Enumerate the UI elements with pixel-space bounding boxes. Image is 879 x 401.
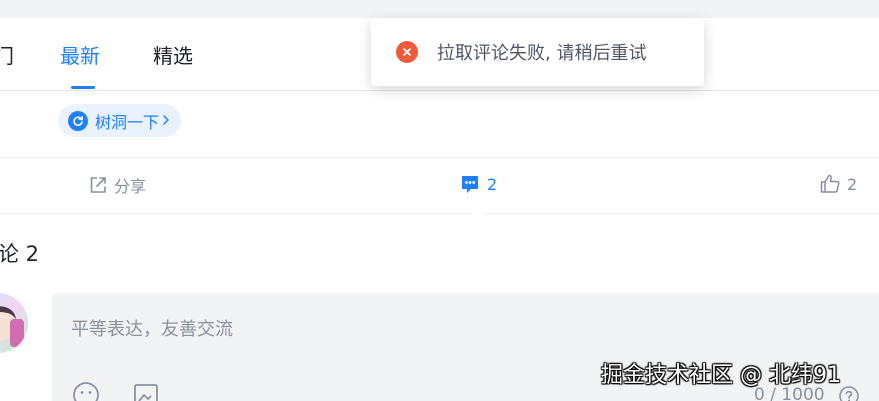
thumbs-up-icon xyxy=(820,174,840,193)
share-label: 分享 xyxy=(114,177,147,196)
tree-hole-label: 树洞一下 xyxy=(95,112,160,132)
top-gray-strip xyxy=(0,0,879,18)
active-tab-indicator xyxy=(71,86,95,89)
comment-button[interactable]: 2 xyxy=(459,173,497,195)
comments-title: 论 2 xyxy=(0,242,40,266)
comment-count: 2 xyxy=(487,174,498,194)
share-button[interactable]: 分享 xyxy=(88,173,146,197)
tree-hole-button[interactable]: 树洞一下 xyxy=(58,104,182,137)
error-toast: 拉取评论失败, 请稍后重试 xyxy=(371,18,704,86)
chevron-right-icon xyxy=(162,111,170,130)
avatar[interactable] xyxy=(0,293,28,353)
help-icon[interactable] xyxy=(838,385,860,401)
watermark: 掘金技术社区 @ 北纬91 xyxy=(601,363,841,388)
tab-featured[interactable]: 精选 xyxy=(153,40,193,69)
error-icon xyxy=(396,41,418,63)
image-icon[interactable] xyxy=(132,381,160,401)
page: 门 最新 精选 树洞一下 分享 2 2 论 2 平等表达，友善交流 0 / 10… xyxy=(0,0,879,401)
refresh-icon xyxy=(68,110,88,131)
tab-hot[interactable]: 门 xyxy=(0,40,14,69)
comment-pointer xyxy=(471,208,485,215)
like-count: 2 xyxy=(847,174,858,194)
article-action-bar: 分享 2 2 xyxy=(0,157,879,215)
comment-icon xyxy=(462,176,478,193)
share-icon xyxy=(90,177,106,193)
comment-input-placeholder: 平等表达，友善交流 xyxy=(71,319,233,340)
error-toast-message: 拉取评论失败, 请稍后重试 xyxy=(437,43,647,64)
emoji-icon[interactable] xyxy=(72,381,100,401)
like-button[interactable]: 2 xyxy=(819,173,857,195)
tab-latest[interactable]: 最新 xyxy=(60,40,100,69)
